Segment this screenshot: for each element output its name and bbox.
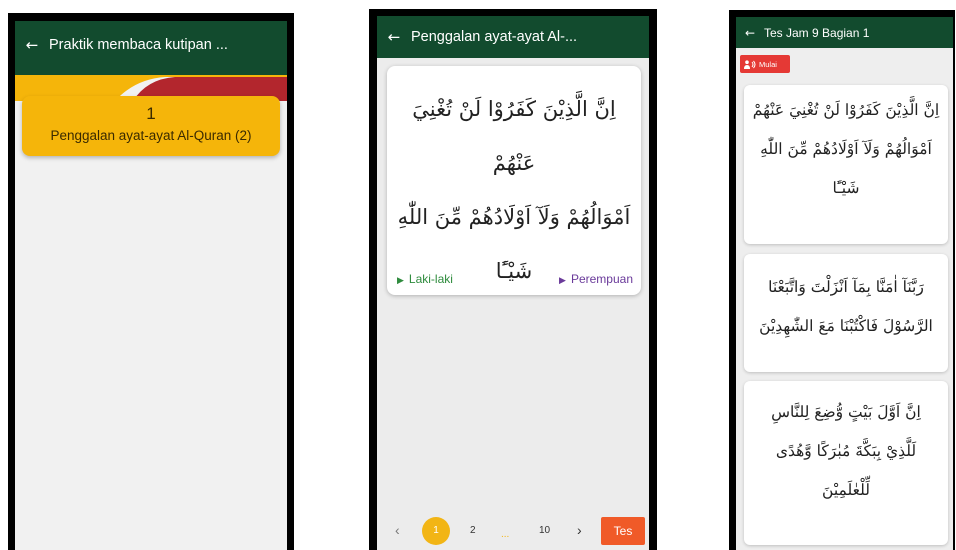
verse-text: اِنَّ الَّذِيْنَ كَفَرُوْا لَنْ تُغْنِيَ… [387,66,641,298]
start-button[interactable]: Mulai [740,55,790,73]
test-button[interactable]: Tes [601,517,645,545]
screen-verse-practice: ← Penggalan ayat-ayat Al-... اِنَّ الَّذ… [377,16,649,550]
verse-line: اَمْوَالُهُمْ وَلَآ اَوْلَادُهُمْ مِّنَ … [760,140,932,158]
play-male-label: Laki-laki [408,272,453,286]
chevron-right-icon[interactable]: › [577,522,582,538]
play-icon: ▶ [559,275,566,285]
verse-card: اِنَّ اَوَّلَ بَيْتٍ وُّضِعَ لِلنَّاسِ ل… [744,381,948,545]
play-icon: ▶ [397,275,404,285]
verse-line: الرَّسُوْلَ فَاكْتُبْنَا مَعَ الشّٰهِدِي… [759,317,933,335]
phone-frame-2: ← Penggalan ayat-ayat Al-... اِنَّ الَّذ… [369,9,657,550]
verse-line: اَمْوَالُهُمْ وَلَآ اَوْلَادُهُمْ مِّنَ … [397,205,631,229]
app-bar: ← Tes Jam 9 Bagian 1 [736,17,953,48]
page-button[interactable]: 10 [539,525,550,536]
verse-text: رَبَّنَآ اٰمَنَّا بِمَآ اَنْزَلْتَ وَاتَ… [744,254,948,346]
phone-frame-3: ← Tes Jam 9 Bagian 1 Mulai اِنَّ الَّذِي… [729,10,955,550]
play-male-button[interactable]: ▶ Laki-laki [397,272,453,286]
verse-line: اِنَّ الَّذِيْنَ كَفَرُوْا لَنْ تُغْنِيَ… [412,97,616,175]
play-female-label: Perempuan [570,272,633,286]
verse-card: رَبَّنَآ اٰمَنَّا بِمَآ اَنْزَلْتَ وَاتَ… [744,254,948,372]
speaker-person-icon [744,59,756,69]
verse-text: اِنَّ اَوَّلَ بَيْتٍ وُّضِعَ لِلنَّاسِ ل… [744,381,948,510]
verse-card: اِنَّ الَّذِيْنَ كَفَرُوْا لَنْ تُغْنِيَ… [744,85,948,244]
chapter-card[interactable]: 1 Penggalan ayat-ayat Al-Quran (2) [22,96,280,156]
audio-controls: ▶ Laki-laki ▶ Perempuan [397,272,633,286]
page-title: Tes Jam 9 Bagian 1 [764,25,870,40]
verse-line: شَيْـًٔا [832,179,860,197]
page-title: Penggalan ayat-ayat Al-... [411,29,578,45]
page-button[interactable]: 2 [470,525,476,536]
verse-line: شَيْـًٔا [495,259,533,283]
page-ellipsis: ... [501,529,510,540]
verse-card: اِنَّ الَّذِيْنَ كَفَرُوْا لَنْ تُغْنِيَ… [387,66,641,295]
app-bar: ← Praktik membaca kutipan ... [15,21,287,69]
phone-frame-1: ← Praktik membaca kutipan ... 1 Penggala… [8,13,294,550]
page-button-current[interactable]: 1 [422,517,450,545]
arrow-left-icon[interactable]: ← [15,36,49,54]
play-female-button[interactable]: ▶ Perempuan [559,272,633,286]
start-label: Mulai [759,59,777,69]
pagination: ‹ 1 2 ... 10 › Tes [377,516,649,546]
arrow-left-icon[interactable]: ← [377,28,411,46]
verse-line: اِنَّ اَوَّلَ بَيْتٍ وُّضِعَ لِلنَّاسِ [771,403,921,421]
screen-chapter-list: ← Praktik membaca kutipan ... 1 Penggala… [15,21,287,550]
verse-text: اِنَّ الَّذِيْنَ كَفَرُوْا لَنْ تُغْنِيَ… [744,85,948,208]
screen-test: ← Tes Jam 9 Bagian 1 Mulai اِنَّ الَّذِي… [736,17,953,550]
verse-line: لِّلْعٰلَمِيْنَ [822,481,870,499]
verse-line: اِنَّ الَّذِيْنَ كَفَرُوْا لَنْ تُغْنِيَ… [752,101,940,119]
verse-line: رَبَّنَآ اٰمَنَّا بِمَآ اَنْزَلْتَ وَاتَ… [768,278,924,296]
chapter-name: Penggalan ayat-ayat Al-Quran (2) [50,128,252,143]
chapter-number: 1 [146,104,156,123]
chevron-left-icon[interactable]: ‹ [395,522,400,538]
verse-line: لَلَّذِيْ بِبَكَّةَ مُبٰرَكًا وَّهُدًى [775,442,917,460]
page-title: Praktik membaca kutipan ... [49,37,228,53]
arrow-left-icon[interactable]: ← [736,26,764,40]
app-bar: ← Penggalan ayat-ayat Al-... [377,16,649,58]
